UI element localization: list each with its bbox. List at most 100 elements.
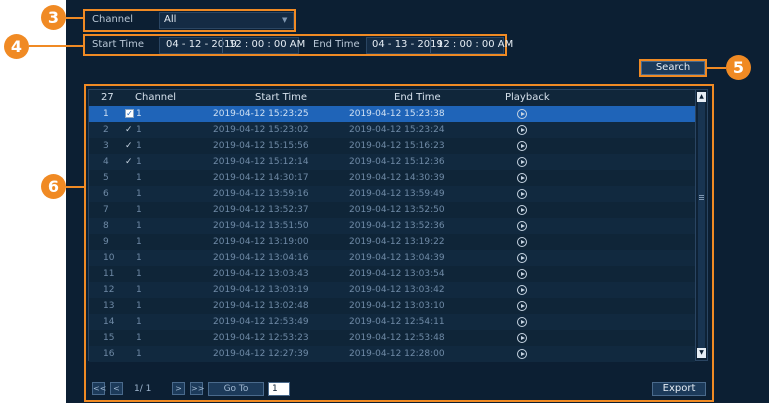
row-index: 9 [103,237,109,247]
row-start-time: 2019-04-12 15:12:14 [213,157,309,167]
scroll-grip-line [699,195,704,196]
table-row[interactable]: 16 1 2019-04-12 12:27:39 2019-04-12 12:28:0… [89,346,695,362]
play-circle-icon[interactable] [517,221,527,231]
export-button[interactable]: Export [652,382,706,396]
row-start-time: 2019-04-12 15:23:02 [213,125,309,135]
play-circle-icon[interactable] [517,237,527,247]
row-start-time: 2019-04-12 13:51:50 [213,221,309,231]
row-channel: 1 [136,317,142,327]
table-scrollbar[interactable]: ▲ ▼ [695,90,707,360]
prev-page-button[interactable]: < [110,382,123,395]
play-circle-icon[interactable] [517,269,527,279]
play-circle-icon[interactable] [517,189,527,199]
record-count: 27 [101,92,114,103]
row-channel: 1 [136,237,142,247]
first-page-button[interactable]: << [92,382,106,395]
row-start-time: 2019-04-12 13:52:37 [213,205,309,215]
play-circle-icon[interactable] [517,301,527,311]
row-start-time: 2019-04-12 13:03:43 [213,269,309,279]
play-circle-icon[interactable] [517,349,527,359]
next-page-button[interactable]: > [172,382,185,395]
table-row[interactable]: 15 1 2019-04-12 12:53:23 2019-04-12 12:53:4… [89,330,695,346]
row-index: 11 [103,269,115,279]
table-row[interactable]: 14 1 2019-04-12 12:53:49 2019-04-12 12:54:1… [89,314,695,330]
table-row[interactable]: 13 1 2019-04-12 13:02:48 2019-04-12 13:03:1… [89,298,695,314]
check-icon[interactable]: ✓ [125,139,133,153]
table-row[interactable]: 12 1 2019-04-12 13:03:19 2019-04-12 13:03:4… [89,282,695,298]
scroll-grip-line [699,197,704,198]
row-end-time: 2019-04-12 13:03:10 [349,301,445,311]
table-row[interactable]: 6 1 2019-04-12 13:59:16 2019-04-12 13:59:49 [89,186,695,202]
page-number-input[interactable]: 1 [268,382,290,396]
row-start-time: 2019-04-12 14:30:17 [213,173,309,183]
row-start-time: 2019-04-12 13:19:00 [213,237,309,247]
row-end-time: 2019-04-12 12:54:11 [349,317,445,327]
row-start-time: 2019-04-12 13:59:16 [213,189,309,199]
play-circle-icon[interactable] [517,125,527,135]
row-channel: 1 [136,349,142,359]
row-channel: 1 [136,141,142,151]
table-row[interactable]: 7 1 2019-04-12 13:52:37 2019-04-12 13:52:50 [89,202,695,218]
table-row[interactable]: 9 1 2019-04-12 13:19:00 2019-04-12 13:19:22 [89,234,695,250]
row-index: 13 [103,301,115,311]
row-end-time: 2019-04-12 13:04:39 [349,253,445,263]
row-index: 2 [103,125,109,135]
row-index: 4 [103,157,109,167]
row-end-time: 2019-04-12 15:16:23 [349,141,445,151]
row-channel: 1 [136,253,142,263]
play-circle-icon[interactable] [517,157,527,167]
table-row[interactable]: 8 1 2019-04-12 13:51:50 2019-04-12 13:52:36 [89,218,695,234]
end-date-value[interactable]: 04 - 13 - 2019 [372,38,443,52]
play-circle-icon[interactable] [517,141,527,151]
channel-select[interactable] [159,12,294,29]
play-circle-icon[interactable] [517,317,527,327]
end-time-label: End Time [313,39,360,50]
row-channel: 1 [136,189,142,199]
results-table: 27 Channel Start Time End Time Playback … [88,89,708,362]
header-end-time[interactable]: End Time [394,91,441,105]
table-row[interactable]: 3 ✓ 1 2019-04-12 15:15:56 2019-04-12 15:16:2… [89,138,695,154]
table-row[interactable]: 10 1 2019-04-12 13:04:16 2019-04-12 13:04:3… [89,250,695,266]
start-time-label: Start Time [92,39,145,50]
callout-4-line [29,45,83,47]
go-to-button[interactable]: Go To [208,382,264,396]
play-circle-icon[interactable] [517,173,527,183]
play-circle-icon[interactable] [517,205,527,215]
row-checkbox[interactable]: ✓ [125,109,134,118]
row-start-time: 2019-04-12 12:53:49 [213,317,309,327]
play-circle-icon[interactable] [517,109,527,119]
table-row[interactable]: 5 1 2019-04-12 14:30:17 2019-04-12 14:30:39 [89,170,695,186]
scroll-grip-line [699,199,704,200]
play-circle-icon[interactable] [517,333,527,343]
check-icon[interactable]: ✓ [125,123,133,137]
play-circle-icon[interactable] [517,253,527,263]
check-icon[interactable]: ✓ [125,155,133,169]
table-row[interactable]: 1 ✓ 1 2019-04-12 15:23:25 2019-04-12 15:23:3… [89,106,695,122]
callout-3: 3 [41,5,66,30]
table-row[interactable]: 2 ✓ 1 2019-04-12 15:23:02 2019-04-12 15:23:2… [89,122,695,138]
row-end-time: 2019-04-12 13:52:36 [349,221,445,231]
scrollbar-thumb[interactable] [698,102,705,348]
table-row[interactable]: 4 ✓ 1 2019-04-12 15:12:14 2019-04-12 15:12:3… [89,154,695,170]
row-index: 5 [103,173,109,183]
end-time-value[interactable]: 12 : 00 : 00 AM [437,38,513,52]
row-end-time: 2019-04-12 13:59:49 [349,189,445,199]
callout-5-line [707,67,726,69]
table-row[interactable]: 11 1 2019-04-12 13:03:43 2019-04-12 13:03:5… [89,266,695,282]
last-page-button[interactable]: >> [190,382,204,395]
start-date-value[interactable]: 04 - 12 - 2019 [166,38,237,52]
row-channel: 1 [136,285,142,295]
play-circle-icon[interactable] [517,285,527,295]
row-index: 10 [103,253,115,263]
search-button[interactable]: Search [641,61,705,75]
row-index: 6 [103,189,109,199]
start-time-value[interactable]: 12 : 00 : 00 AM [229,38,305,52]
arrow-up-icon[interactable]: ▲ [697,92,706,102]
header-start-time[interactable]: Start Time [255,91,307,105]
screen: 3 Channel All ▼ 4 Start Time 04 - 12 - 2… [0,0,769,403]
callout-3-line [66,17,83,19]
header-channel[interactable]: Channel [135,91,176,105]
table-header: 27 Channel Start Time End Time Playback [89,90,695,106]
arrow-down-icon[interactable]: ▼ [697,348,706,358]
row-end-time: 2019-04-12 13:03:54 [349,269,445,279]
